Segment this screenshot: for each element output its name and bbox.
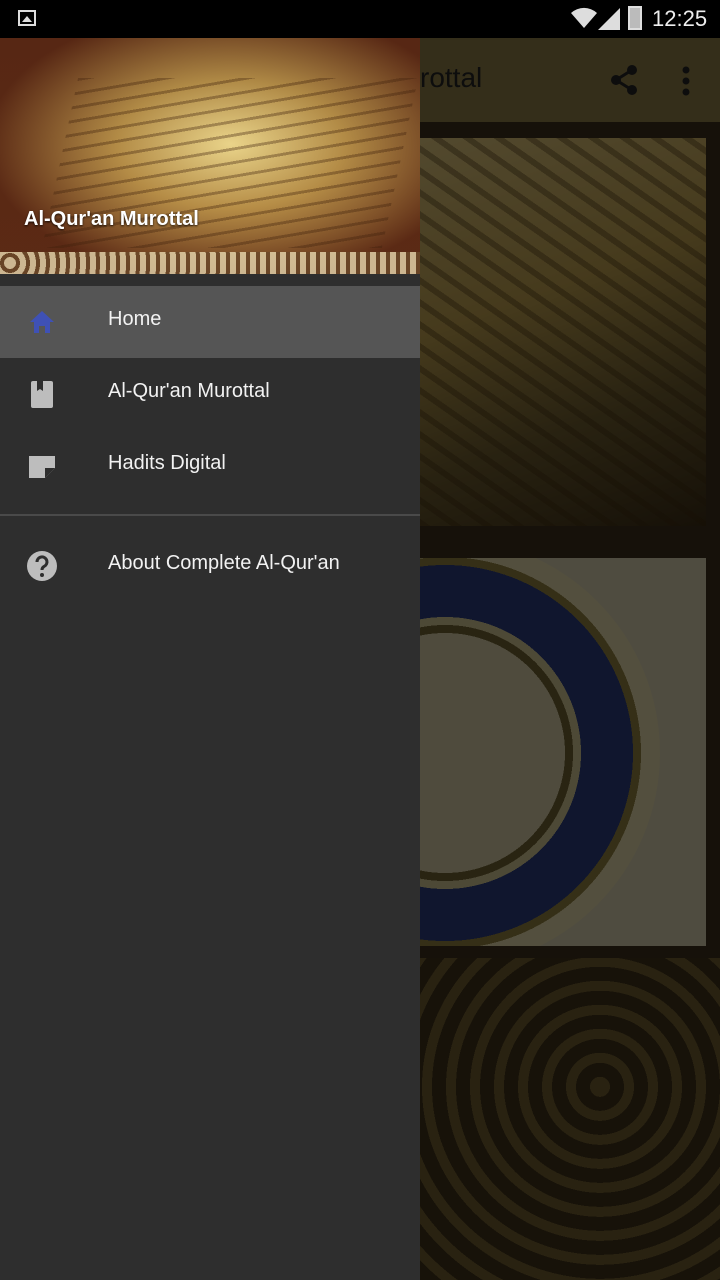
drawer-item-label: Home <box>108 308 162 330</box>
prayer-beads <box>0 252 420 274</box>
drawer-menu: Home Al-Qur'an Murottal Hadits Digital A… <box>0 286 420 602</box>
drawer-item-murottal[interactable]: Al-Qur'an Murottal <box>0 358 420 430</box>
image-notification-icon <box>18 10 36 26</box>
drawer-item-hadits[interactable]: Hadits Digital <box>0 430 420 502</box>
drawer-header-title: Al-Qur'an Murottal <box>24 208 199 230</box>
battery-icon <box>628 6 642 30</box>
drawer-item-label: Al-Qur'an Murottal <box>108 380 270 402</box>
wifi-icon <box>571 7 597 29</box>
home-icon <box>30 311 54 333</box>
note-icon <box>29 456 55 478</box>
status-time: 12:25 <box>652 6 708 31</box>
help-icon <box>27 551 57 581</box>
drawer-divider <box>0 514 420 516</box>
drawer-item-label: About Complete Al-Qur'an <box>108 552 340 574</box>
drawer-item-home[interactable]: Home <box>0 286 420 358</box>
navigation-drawer: Al-Qur'an Murottal Home Al-Qur'an Murott… <box>0 38 420 1280</box>
drawer-item-about[interactable]: About Complete Al-Qur'an <box>0 530 420 602</box>
book-icon <box>31 381 53 408</box>
drawer-header: Al-Qur'an Murottal <box>0 38 420 274</box>
status-bar: 12:25 <box>0 0 720 38</box>
signal-icon <box>598 8 620 30</box>
drawer-item-label: Hadits Digital <box>108 452 226 474</box>
